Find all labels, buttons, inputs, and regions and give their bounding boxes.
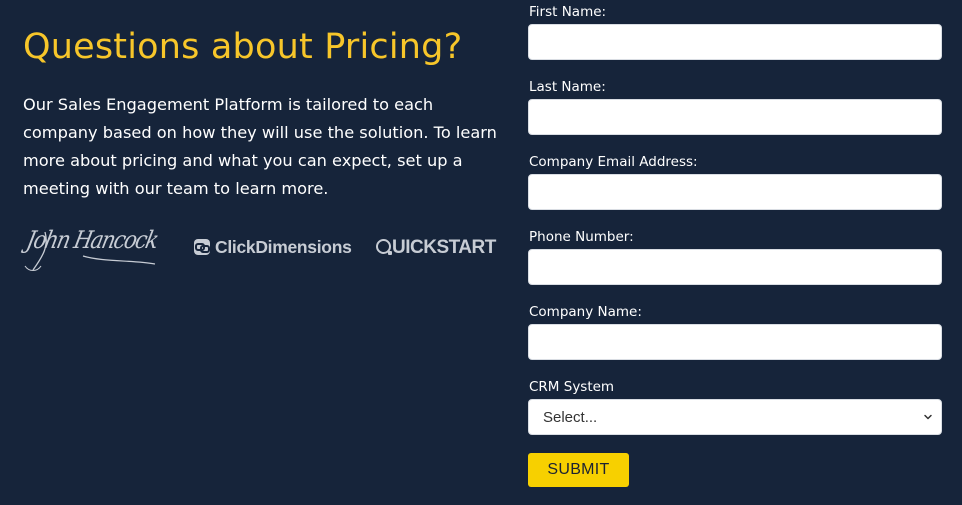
chevron-down-icon xyxy=(924,414,932,420)
clickdimensions-logo-text: ClickDimensions xyxy=(215,236,352,257)
crm-system-selected-value: Select... xyxy=(543,408,598,426)
quickstart-logo-text: UICKSTART xyxy=(376,237,496,259)
submit-button[interactable]: SUBMIT xyxy=(528,453,629,487)
clickdimensions-mark-icon xyxy=(194,239,210,255)
quickstart-logo-text-rest: UICKSTART xyxy=(392,237,496,258)
company-name-input[interactable] xyxy=(528,324,942,360)
quickstart-logo: UICKSTART xyxy=(376,237,496,259)
phone-number-label: Phone Number: xyxy=(529,229,634,245)
quickstart-q-icon xyxy=(376,239,392,255)
john-hancock-logo-text: John Hancock xyxy=(24,226,160,254)
customer-logos: John Hancock ClickDimensions UICKSTART xyxy=(23,226,496,276)
clickdimensions-logo: ClickDimensions xyxy=(194,237,352,257)
company-email-input[interactable] xyxy=(528,174,942,210)
page-title: Questions about Pricing? xyxy=(23,27,463,67)
crm-system-label: CRM System xyxy=(529,379,615,395)
last-name-label: Last Name: xyxy=(529,79,606,95)
first-name-input[interactable] xyxy=(528,24,942,60)
john-hancock-logo: John Hancock xyxy=(23,226,160,274)
intro-paragraph: Our Sales Engagement Platform is tailore… xyxy=(23,95,497,198)
last-name-input[interactable] xyxy=(528,99,942,135)
company-name-label: Company Name: xyxy=(529,304,642,320)
crm-system-select[interactable]: Select... xyxy=(528,399,942,435)
phone-number-input[interactable] xyxy=(528,249,942,285)
first-name-label: First Name: xyxy=(529,4,607,20)
company-email-label: Company Email Address: xyxy=(529,154,698,170)
